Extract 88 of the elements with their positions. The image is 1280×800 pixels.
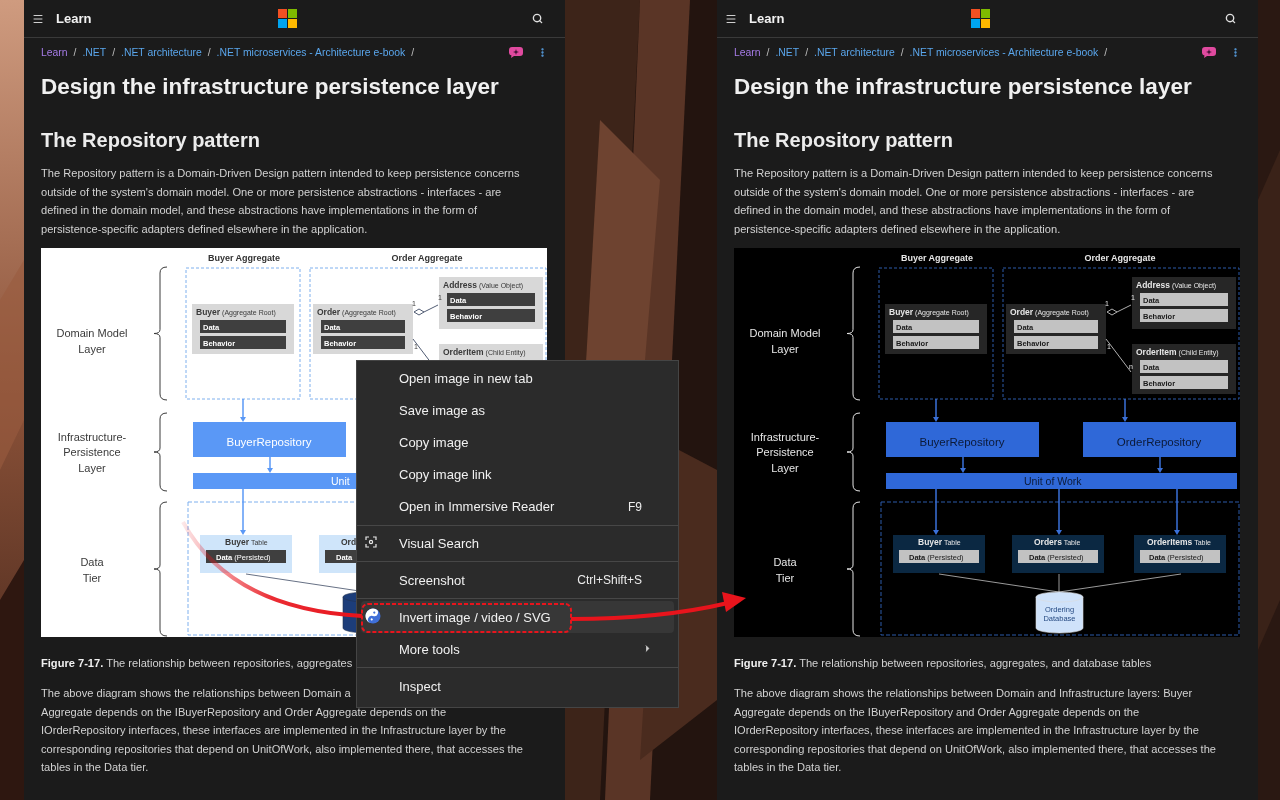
page-title: Design the infrastructure persistence layer xyxy=(41,73,500,101)
visual-search-icon xyxy=(365,536,377,548)
search-icon[interactable] xyxy=(1225,13,1236,24)
menu-item[interactable]: Copy image link xyxy=(361,458,674,491)
section-heading: The Repository pattern xyxy=(41,128,261,153)
menu-item[interactable]: More tools xyxy=(361,633,674,666)
search-icon[interactable] xyxy=(532,13,543,24)
breadcrumb-link[interactable]: .NET microservices - Architecture e-book xyxy=(216,46,406,58)
menu-item[interactable]: Open image in new tab xyxy=(361,363,674,395)
menu-item[interactable]: Save image as xyxy=(361,394,674,427)
diagram-label: Data Tier xyxy=(773,556,797,584)
arrow xyxy=(240,488,246,535)
repository-label: BuyerRepository xyxy=(226,436,312,448)
site-title[interactable]: Learn xyxy=(749,11,785,26)
logo-icon[interactable] xyxy=(278,9,297,28)
breadcrumb-separator: / xyxy=(207,46,211,58)
arrow xyxy=(240,398,246,422)
yin-yang-icon xyxy=(365,607,381,624)
diagram-label: Order Aggregate xyxy=(391,253,463,263)
paragraph-line: The above diagram shows the relationships between Domain and Infrastructure layers: Buyer xyxy=(734,686,1193,701)
diagram-label: Order Aggregate xyxy=(1084,253,1156,263)
paragraph-line: Aggregate depends on the IBuyerRepository and Order Aggregate depends on the xyxy=(734,704,1140,720)
diagram-label: Buyer Aggregate xyxy=(207,253,281,263)
paragraph-line: IOrderRepository interfaces, these interfaces are implemented in the Infrastructure layer by the xyxy=(734,723,1199,738)
menu-item[interactable]: Inspect xyxy=(361,670,674,703)
paragraph-line: The above diagram shows the relationships between Domain a xyxy=(41,686,351,701)
menu-item[interactable]: Screenshot Ctrl+Shift+S xyxy=(361,564,674,597)
paragraph: The Repository pattern is a Domain-Driven Design pattern intended to keep persistence concerns outside of the system's domain model. One or more persistence abstractions - interfaces - are defined in the domain model, and these abstractions have implementations in the form of persistence-specific adapters defined elsewhere in the application. xyxy=(41,166,521,237)
arrow xyxy=(933,488,939,535)
paragraph-line: corresponding repositories that depend on UnitOfWork, also implemented there, that accesses the xyxy=(41,741,524,757)
arrow xyxy=(1122,398,1128,422)
menu-item[interactable]: Copy image xyxy=(361,426,674,459)
arrow xyxy=(960,456,966,473)
menu-item[interactable]: Visual Search xyxy=(361,527,674,560)
breadcrumb-link[interactable]: .NET xyxy=(775,46,800,58)
repository-label: OrderRepository xyxy=(1116,436,1202,448)
diagram-label: Infrastructure- Persistence Layer xyxy=(57,430,127,474)
diagram-label: Infrastructure- Persistence Layer xyxy=(750,430,820,474)
paragraph-line: corresponding repositories that depend on UnitOfWork, also implemented there, that accesses the xyxy=(734,741,1217,757)
arrow xyxy=(933,398,939,422)
paragraph-line: IOrderRepository interfaces, these interfaces are implemented in the Infrastructure layer by the xyxy=(41,723,506,738)
shortcut-label: Ctrl+Shift+S xyxy=(577,573,642,588)
database-cylinder xyxy=(1035,591,1084,634)
connector xyxy=(1106,304,1132,316)
paragraph: The Repository pattern is a Domain-Driven Design pattern intended to keep persistence concerns outside of the system's domain model. One or more persistence abstractions - interfaces - are defined in the domain model, and these abstractions have implementations in the form of persistence-specific adapters defined elsewhere in the application. xyxy=(734,166,1214,237)
table-title: Ord xyxy=(341,537,357,547)
paragraph-line: tables in the Data tier. xyxy=(41,760,149,775)
breadcrumb-separator: / xyxy=(766,46,770,58)
breadcrumb-separator: / xyxy=(112,46,116,58)
breadcrumb-link[interactable]: .NET xyxy=(82,46,107,58)
feedback-icon[interactable] xyxy=(509,46,523,58)
feedback-icon[interactable] xyxy=(1202,46,1216,58)
shortcut-label: F9 xyxy=(628,499,642,514)
unit-of-work-label: Unit of Work xyxy=(1024,475,1082,487)
diagram-label: Buyer Aggregate xyxy=(900,253,974,263)
section-heading: The Repository pattern xyxy=(734,128,954,153)
menu-icon[interactable] xyxy=(32,12,44,25)
diagram-label: Domain Model Layer xyxy=(749,327,821,355)
diagram-label: Domain Model Layer xyxy=(56,327,128,355)
menu-item[interactable]: Open in Immersive Reader F9 xyxy=(361,490,674,523)
breadcrumb-separator: / xyxy=(73,46,77,58)
breadcrumb-separator: / xyxy=(411,46,415,58)
figure-caption: Figure 7-17. The relationship between repositories, aggregates, and database tables xyxy=(734,656,1153,671)
figure-caption: Figure 7-17. The relationship between repositories, aggregates xyxy=(41,656,354,671)
breadcrumb-link[interactable]: .NET architecture xyxy=(121,46,202,58)
logo-icon[interactable] xyxy=(971,9,990,28)
connector xyxy=(1105,338,1132,373)
site-title[interactable]: Learn xyxy=(56,11,92,26)
arrow xyxy=(267,456,273,473)
breadcrumb-link[interactable]: Learn xyxy=(41,46,68,58)
breadcrumb-link[interactable]: Learn xyxy=(734,46,761,58)
diagram-label: Data Tier xyxy=(80,556,104,584)
connector xyxy=(413,304,439,316)
repository-label: BuyerRepository xyxy=(919,436,1005,448)
menu-item[interactable]: Invert image / video / SVG xyxy=(361,601,674,634)
breadcrumb-link[interactable]: .NET microservices - Architecture e-book xyxy=(909,46,1099,58)
breadcrumb-link[interactable]: .NET architecture xyxy=(814,46,895,58)
arrow xyxy=(1056,488,1062,535)
breadcrumb-separator: / xyxy=(900,46,904,58)
breadcrumb-separator: / xyxy=(1104,46,1108,58)
paragraph-line: tables in the Data tier. xyxy=(734,760,842,775)
arrow xyxy=(1157,456,1163,473)
arrow xyxy=(1174,488,1180,535)
menu-icon[interactable] xyxy=(725,12,737,25)
page-title: Design the infrastructure persistence layer xyxy=(734,73,1193,101)
paragraph-line: Aggregate depends on the IBuyerRepository and Order Aggregate depends on the xyxy=(41,704,447,720)
unit-of-work-label: Unit xyxy=(331,475,350,487)
breadcrumb-separator: / xyxy=(805,46,809,58)
